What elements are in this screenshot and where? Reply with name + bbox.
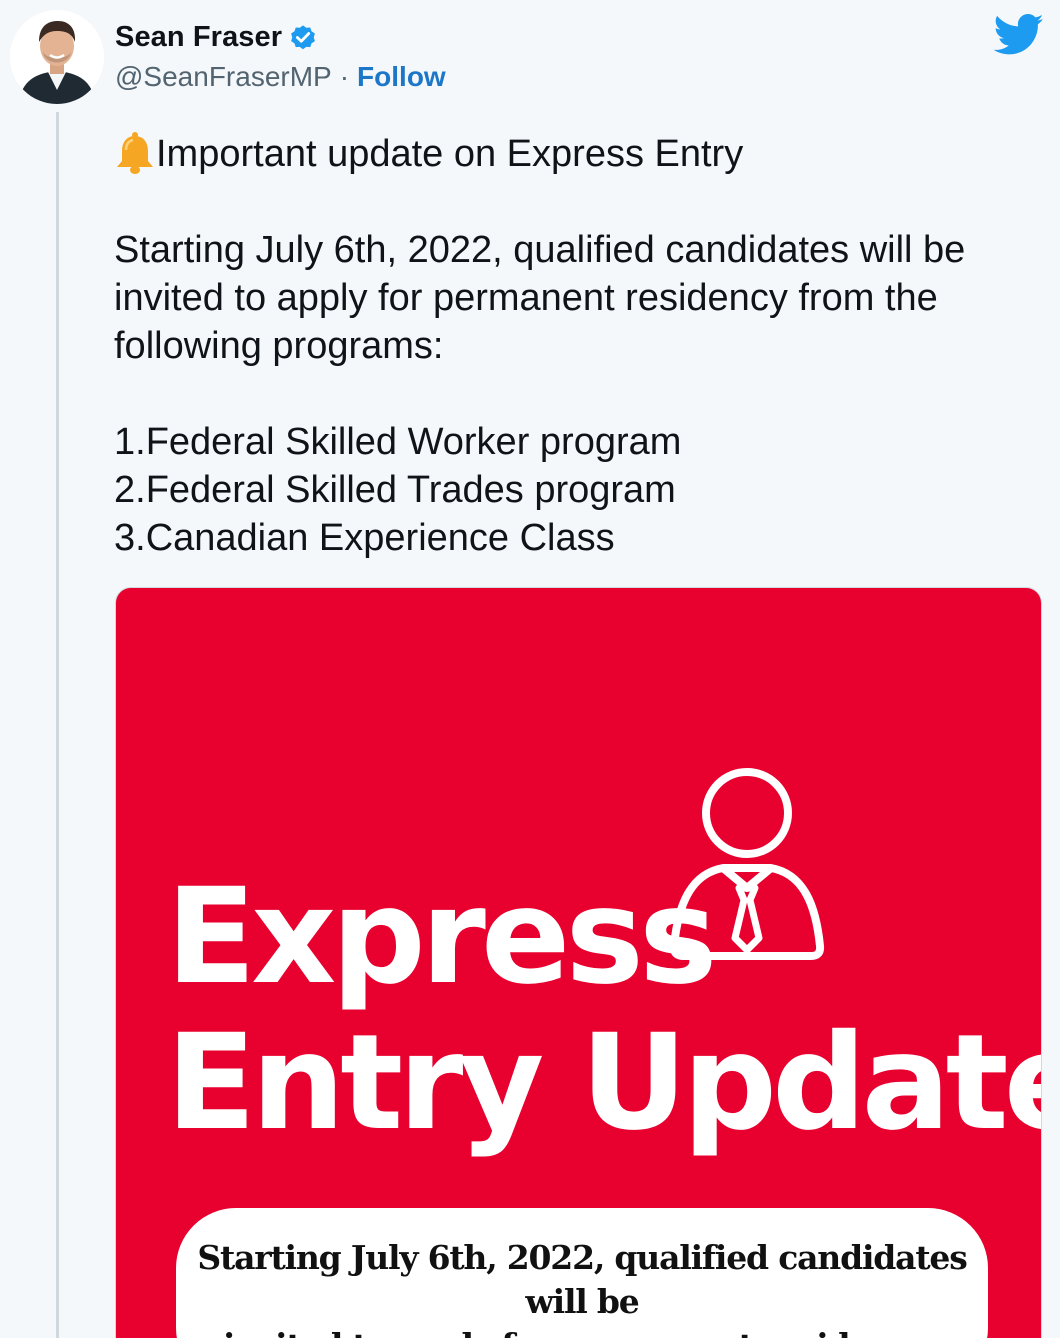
verified-badge-icon [291, 25, 316, 50]
follow-button[interactable]: Follow [357, 61, 446, 93]
tweet-header: Sean Fraser @SeanFraserMP · Follow [115, 18, 446, 93]
tweet-image[interactable]: Express Entry Update Starting July 6th, … [115, 587, 1042, 1338]
profile-photo-icon [10, 10, 104, 104]
thread-line [56, 112, 59, 1338]
handle[interactable]: @SeanFraserMP [115, 61, 332, 93]
caption-line-1: Starting July 6th, 2022, qualified candi… [197, 1238, 967, 1321]
headline-line-1: Express [166, 860, 718, 1014]
headline-line-2: Entry Update [166, 1006, 1042, 1160]
tweet-body: Important update on Express Entry Starti… [114, 130, 1034, 562]
separator-dot: · [339, 61, 350, 92]
handle-row: @SeanFraserMP · Follow [115, 61, 446, 93]
tweet-line: following programs: [114, 325, 444, 367]
program-item: 2.Federal Skilled Trades program [114, 469, 676, 511]
name-row: Sean Fraser [115, 18, 446, 56]
avatar[interactable] [10, 10, 104, 104]
display-name[interactable]: Sean Fraser [115, 21, 282, 54]
program-item: 1.Federal Skilled Worker program [114, 421, 682, 463]
caption-line-2: invited to apply for permanent residence… [176, 1324, 988, 1338]
bell-emoji-icon [117, 132, 153, 174]
program-item: 3.Canadian Experience Class [114, 517, 615, 559]
twitter-bird-icon[interactable] [993, 14, 1045, 56]
tweet-line: invited to apply for permanent residency… [114, 277, 938, 319]
tweet-line: Important update on Express Entry [114, 130, 1034, 178]
tweet-line-text: Important update on Express Entry [156, 133, 744, 175]
caption-text: Starting July 6th, 2022, qualified candi… [176, 1236, 988, 1338]
tweet-line: Starting July 6th, 2022, qualified candi… [114, 229, 966, 271]
